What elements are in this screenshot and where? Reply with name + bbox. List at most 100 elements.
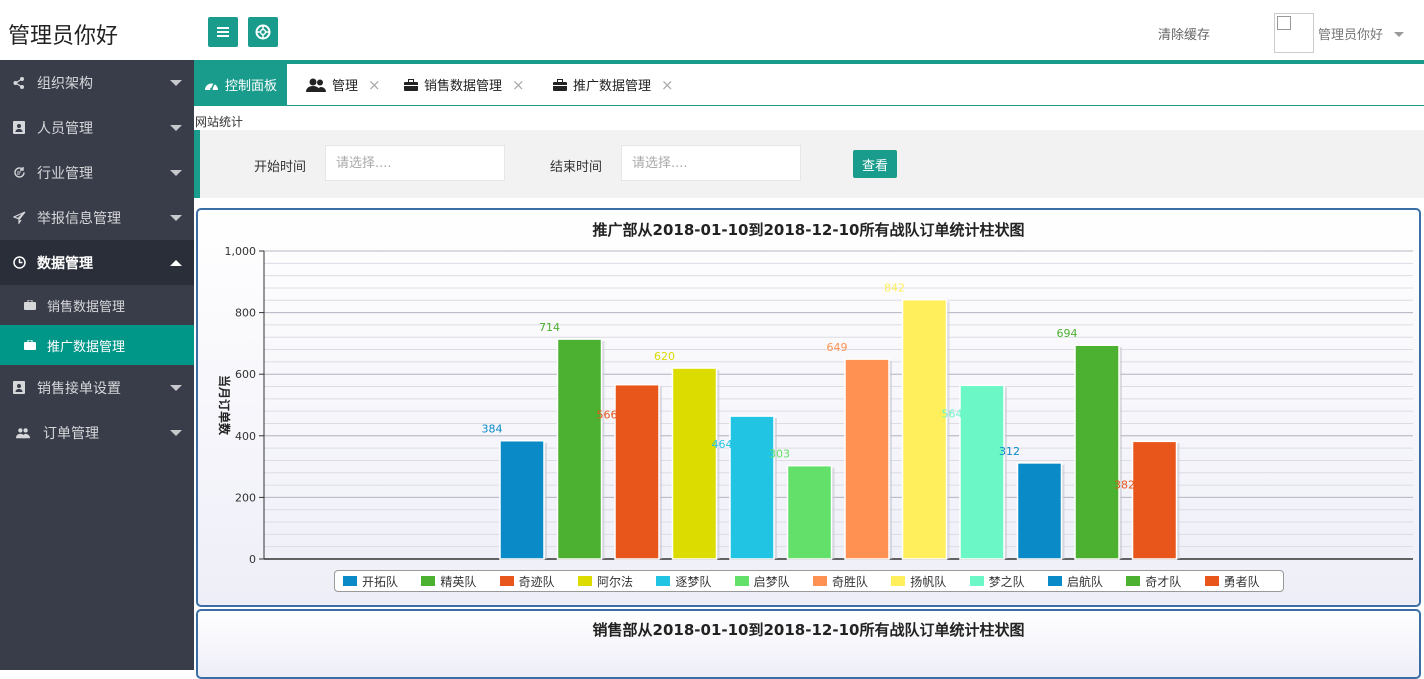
close-icon[interactable]: × — [661, 76, 674, 94]
contact-book-icon — [12, 381, 26, 395]
legend-label: 奇迹队 — [518, 574, 555, 589]
tab-promo-data[interactable]: 推广数据管理 × — [553, 64, 674, 105]
start-date-input[interactable] — [325, 145, 505, 181]
legend-label: 阿尔法 — [596, 574, 633, 589]
legend-swatch — [577, 576, 592, 586]
y-tick-label: 600 — [235, 368, 256, 381]
legend-label: 奇才队 — [1145, 574, 1182, 589]
dashboard-icon — [205, 82, 218, 90]
briefcase-icon — [24, 300, 36, 310]
legend-item[interactable]: 开拓队 — [343, 573, 421, 590]
bar-chart: 0 200 400 600 800 1,000 当月订单数 384 714 566 620 464 30… — [217, 245, 1413, 566]
sidebar-item-data[interactable]: 数据管理 — [0, 240, 194, 285]
end-date-input[interactable] — [621, 145, 801, 181]
legend-swatch — [969, 576, 984, 586]
hamburger-icon — [217, 27, 229, 37]
data-label: 464 — [712, 438, 733, 451]
legend-label: 开拓队 — [362, 574, 399, 589]
help-button[interactable] — [248, 17, 278, 47]
sidebar-sub-label: 销售数据管理 — [47, 299, 126, 315]
menu-toggle-button[interactable] — [208, 17, 238, 47]
sidebar-item-reports[interactable]: 举报信息管理 — [0, 195, 194, 240]
sidebar-item-orders[interactable]: 订单管理 — [0, 410, 194, 455]
avatar[interactable] — [1274, 13, 1314, 53]
tab-manage[interactable]: 管理 × — [306, 64, 381, 105]
legend-swatch — [1126, 576, 1141, 586]
tab-label: 控制面板 — [225, 79, 278, 94]
data-label: 842 — [884, 282, 905, 295]
bar — [556, 338, 603, 560]
legend-swatch — [1204, 576, 1219, 586]
legend-swatch — [734, 576, 749, 586]
close-icon[interactable]: × — [368, 76, 381, 94]
y-tick-label: 0 — [249, 553, 256, 566]
legend-swatch — [891, 576, 906, 586]
close-icon[interactable]: × — [512, 76, 525, 94]
legend-item[interactable]: 精英队 — [421, 573, 499, 590]
legend-item[interactable]: 阿尔法 — [577, 573, 656, 590]
sidebar-item-label: 人员管理 — [37, 120, 93, 137]
sidebar-item-industry[interactable]: 行业管理 — [0, 150, 194, 195]
paper-plane-icon — [12, 211, 26, 225]
legend-item[interactable]: 梦之队 — [969, 573, 1048, 590]
sidebar-item-sales-order-settings[interactable]: 销售接单设置 — [0, 365, 194, 410]
legend-item[interactable]: 奇才队 — [1126, 573, 1204, 590]
legend-item[interactable]: 勇者队 — [1204, 573, 1283, 590]
data-label: 312 — [999, 445, 1020, 458]
clear-cache-link[interactable]: 清除缓存 — [1158, 24, 1210, 43]
sidebar-item-label: 举报信息管理 — [37, 210, 121, 227]
bar — [1016, 462, 1063, 560]
legend-swatch — [499, 576, 514, 586]
bar — [671, 367, 718, 560]
legend-label: 启梦队 — [753, 574, 790, 589]
sidebar-item-label: 行业管理 — [37, 165, 93, 182]
sidebar-sub-promo-data[interactable]: 推广数据管理 — [0, 325, 194, 365]
sidebar-item-label: 组织架构 — [37, 75, 93, 92]
data-label: 384 — [482, 423, 503, 436]
chart-title: 销售部从2018-01-10到2018-12-10所有战队订单统计柱状图 — [592, 621, 1025, 639]
sidebar-item-label: 销售接单设置 — [37, 380, 121, 397]
section-label: 网站统计 — [195, 115, 244, 129]
legend-label: 勇者队 — [1223, 574, 1260, 589]
bar — [786, 464, 833, 560]
bar — [901, 298, 948, 560]
y-tick-label: 1,000 — [225, 245, 257, 258]
sidebar-item-staff[interactable]: 人员管理 — [0, 105, 194, 150]
bar — [729, 415, 775, 560]
y-axis-label: 当月订单数 — [217, 375, 232, 436]
end-date-label: 结束时间 — [550, 160, 603, 175]
bar — [1074, 344, 1120, 560]
data-label: 620 — [654, 350, 675, 363]
chevron-down-icon[interactable] — [1394, 32, 1404, 37]
legend-item[interactable]: 扬帆队 — [891, 573, 969, 590]
query-button[interactable]: 查看 — [853, 150, 897, 178]
chevron-down-icon — [170, 385, 182, 391]
legend-item[interactable]: 逐梦队 — [656, 573, 734, 590]
legend-label: 精英队 — [440, 574, 477, 589]
lifebuoy-icon — [255, 24, 271, 40]
chevron-down-icon — [170, 430, 182, 436]
user-menu[interactable]: 管理员你好 — [1318, 24, 1383, 43]
legend-item[interactable]: 启航队 — [1047, 573, 1126, 590]
legend-label: 扬帆队 — [910, 574, 947, 589]
data-label: 694 — [1057, 327, 1078, 340]
tab-label: 推广数据管理 — [573, 79, 652, 94]
tab-sales-data[interactable]: 销售数据管理 × — [404, 64, 525, 105]
promo-chart-panel: 推广部从2018-01-10到2018-12-10所有战队订单统计柱状图 0 20… — [196, 208, 1421, 607]
legend-swatch — [343, 576, 357, 586]
bar — [1131, 440, 1178, 560]
sidebar-sub-sales-data[interactable]: 销售数据管理 — [0, 285, 194, 325]
sidebar: 组织架构 人员管理 行业管理 举报信息管理 数据管理 销售数据管理 推广数据管理… — [0, 60, 194, 670]
legend-item[interactable]: 启梦队 — [734, 573, 813, 590]
legend-swatch — [421, 576, 436, 586]
refresh-euro-icon — [12, 166, 26, 180]
sidebar-item-org[interactable]: 组织架构 — [0, 60, 194, 105]
clock-icon — [12, 256, 26, 270]
legend-label: 逐梦队 — [675, 574, 712, 589]
contact-book-icon — [12, 121, 26, 135]
bar — [499, 439, 545, 560]
legend-item[interactable]: 奇迹队 — [499, 573, 578, 590]
data-label: 714 — [539, 321, 560, 334]
legend-item[interactable]: 奇胜队 — [812, 573, 891, 590]
tab-dashboard[interactable]: 控制面板 — [194, 64, 288, 105]
